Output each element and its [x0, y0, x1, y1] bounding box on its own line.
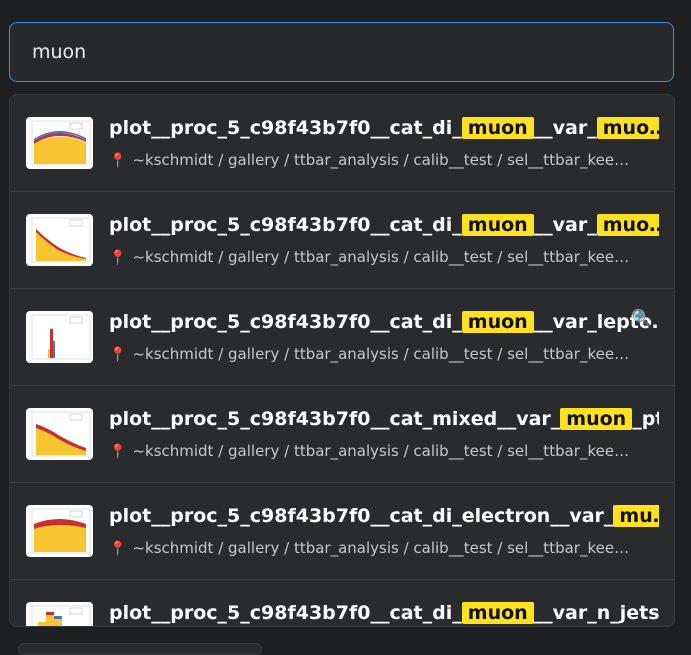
result-item[interactable]: plot__proc_5_c98f43b7f0__cat_di_ muon __va…	[10, 580, 674, 626]
match-highlight: muo…	[596, 117, 659, 139]
plot-thumbnail	[26, 311, 93, 363]
result-path: 📍 ~kschmidt / gallery / ttbar_analysis / …	[109, 345, 630, 363]
result-title: plot__proc_5_c98f43b7f0__cat_di_ muon __va…	[109, 210, 659, 240]
search-box[interactable]	[9, 22, 674, 82]
pin-icon: 📍	[109, 444, 127, 460]
result-item[interactable]: plot__proc_5_c98f43b7f0__cat_di_electron…	[10, 483, 674, 580]
plot-thumbnail	[26, 602, 93, 626]
pin-icon: 📍	[109, 250, 127, 266]
result-item[interactable]: plot__proc_5_c98f43b7f0__cat_di_ muon __va…	[10, 289, 674, 386]
pin-icon: 📍	[109, 541, 127, 557]
plot-thumbnail	[26, 408, 93, 460]
match-highlight: muo…	[596, 214, 659, 236]
result-item[interactable]: plot__proc_5_c98f43b7f0__cat_di_ muon __va…	[10, 95, 674, 192]
match-highlight: mu…	[613, 505, 659, 527]
plot-thumbnail	[26, 214, 93, 266]
plot-thumbnail	[26, 505, 93, 557]
result-path: 📍 ~kschmidt / gallery / ttbar_analysis / …	[109, 248, 630, 266]
pin-icon: 📍	[109, 153, 127, 169]
result-path: 📍 ~kschmidt / gallery / ttbar_analysis / …	[109, 442, 630, 460]
result-path: 📍 ~kschmidt / gallery / ttbar_analysis / …	[109, 151, 630, 169]
magnifier-icon[interactable]: 🔍	[631, 309, 652, 329]
plot-thumbnail	[26, 117, 93, 169]
pin-icon: 📍	[109, 347, 127, 363]
match-highlight: muon	[560, 408, 633, 430]
result-item[interactable]: plot__proc_5_c98f43b7f0__cat_di_ muon __va…	[10, 192, 674, 289]
match-highlight: muon	[461, 311, 534, 333]
result-item[interactable]: plot__proc_5_c98f43b7f0__cat_mixed__var_…	[10, 386, 674, 483]
result-title: plot__proc_5_c98f43b7f0__cat_di_ muon __va…	[109, 311, 659, 333]
result-title: plot__proc_5_c98f43b7f0__cat_di_ muon __va…	[109, 113, 659, 143]
result-title: plot__proc_5_c98f43b7f0__cat_mixed__var_…	[109, 408, 659, 430]
result-title: plot__proc_5_c98f43b7f0__cat_di_ muon __va…	[109, 602, 659, 624]
result-title: plot__proc_5_c98f43b7f0__cat_di_electron…	[109, 501, 659, 531]
search-input[interactable]	[32, 41, 632, 63]
bottom-panel-edge	[18, 643, 262, 655]
results-dropdown: plot__proc_5_c98f43b7f0__cat_di_ muon __va…	[9, 94, 675, 627]
result-path: 📍 ~kschmidt / gallery / ttbar_analysis / …	[109, 539, 630, 557]
match-highlight: muon	[461, 602, 534, 624]
match-highlight: muon	[461, 117, 534, 139]
match-highlight: muon	[461, 214, 534, 236]
